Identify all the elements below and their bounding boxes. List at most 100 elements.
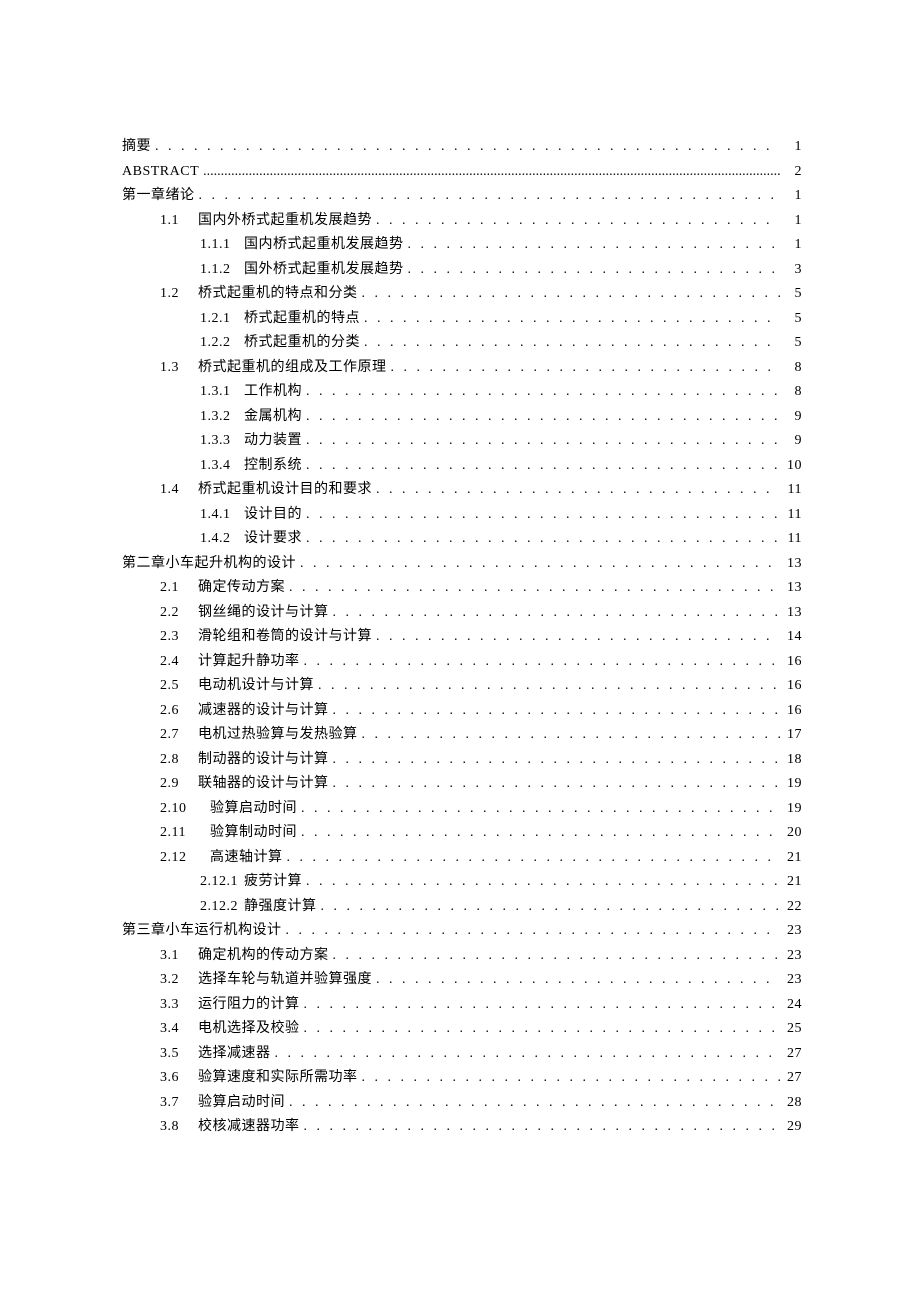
toc-leader-dots bbox=[203, 165, 780, 179]
toc-leader-dots bbox=[364, 336, 780, 350]
toc-leader-dots bbox=[333, 949, 781, 963]
toc-entry-title: 钢丝绳的设计与计算 bbox=[198, 606, 329, 620]
toc-leader-dots bbox=[306, 508, 780, 522]
toc-entry-page: 16 bbox=[784, 679, 802, 693]
toc-entry-title: 选择车轮与轨道并验算强度 bbox=[198, 973, 372, 987]
toc-entry-page: 14 bbox=[784, 630, 802, 644]
toc-entry-number: 1.2.2 bbox=[200, 336, 244, 350]
toc-entry-number: 3.2 bbox=[160, 973, 198, 987]
toc-entry-number: 2.3 bbox=[160, 630, 198, 644]
toc-entry: 3.1确定机构的传动方案23 bbox=[122, 949, 802, 963]
toc-entry: 3.2选择车轮与轨道并验算强度23 bbox=[122, 973, 802, 987]
toc-entry-page: 22 bbox=[784, 900, 802, 914]
toc-leader-dots bbox=[306, 459, 780, 473]
toc-entry: 3.5选择减速器 27 bbox=[122, 1047, 802, 1061]
toc-entry: 1.3.3动力装置9 bbox=[122, 434, 802, 448]
toc-entry-number: 2.12.2 bbox=[200, 900, 244, 914]
toc-entry-number: 2.11 bbox=[160, 826, 210, 840]
toc-entry-page: 11 bbox=[784, 532, 802, 546]
toc-entry: 2.1确定传动方案13 bbox=[122, 581, 802, 595]
toc-entry-page: 20 bbox=[784, 826, 802, 840]
toc-entry-number: 1.2.1 bbox=[200, 312, 244, 326]
toc-entry: 1.1.1国内桥式起重机发展趋势1 bbox=[122, 238, 802, 252]
toc-entry-page: 24 bbox=[784, 998, 802, 1012]
toc-entry-title: 运行阻力的计算 bbox=[198, 998, 300, 1012]
toc-entry-page: 19 bbox=[784, 777, 802, 791]
toc-leader-dots bbox=[306, 875, 780, 889]
toc-entry-number: 2.5 bbox=[160, 679, 198, 693]
toc-entry-page: 10 bbox=[784, 459, 802, 473]
toc-leader-dots bbox=[333, 777, 781, 791]
toc-leader-dots bbox=[306, 532, 780, 546]
toc-entry-title: 金属机构 bbox=[244, 410, 302, 424]
toc-entry: 2.12.2静强度计算22 bbox=[122, 900, 802, 914]
toc-entry: 3.8校核减速器功率29 bbox=[122, 1120, 802, 1134]
toc-entry-page: 21 bbox=[784, 875, 802, 889]
toc-entry-page: 17 bbox=[784, 728, 802, 742]
toc-entry: 摘要1 bbox=[122, 140, 802, 154]
toc-entry-page: 3 bbox=[784, 263, 802, 277]
toc-entry: 2.11验算制动时间20 bbox=[122, 826, 802, 840]
toc-entry-title: 国内外桥式起重机发展趋势 bbox=[198, 214, 372, 228]
toc-leader-dots bbox=[304, 1022, 781, 1036]
toc-entry: 2.4计算起升静功率16 bbox=[122, 655, 802, 669]
toc-entry-page: 8 bbox=[784, 361, 802, 375]
toc-entry-page: 9 bbox=[784, 410, 802, 424]
toc-entry-title: 确定传动方案 bbox=[198, 581, 285, 595]
toc-entry-title: 验算启动时间 bbox=[198, 1096, 285, 1110]
toc-leader-dots bbox=[321, 900, 781, 914]
toc-leader-dots bbox=[155, 140, 780, 154]
toc-leader-dots bbox=[300, 557, 780, 571]
toc-entry-title: 设计目的 bbox=[244, 508, 302, 522]
toc-entry-title: 桥式起重机设计目的和要求 bbox=[198, 483, 372, 497]
toc-entry-number: 3.5 bbox=[160, 1047, 198, 1061]
toc-entry-number: 2.7 bbox=[160, 728, 198, 742]
toc-entry-number: 1.4.2 bbox=[200, 532, 244, 546]
toc-leader-dots bbox=[304, 998, 781, 1012]
toc-entry-page: 1 bbox=[784, 189, 802, 203]
toc-entry-title: 第三章小车运行机构设计 bbox=[122, 924, 282, 938]
toc-entry: 2.7电机过热验算与发热验算17 bbox=[122, 728, 802, 742]
toc-entry-number: 1.3.3 bbox=[200, 434, 244, 448]
toc-entry-number: 2.9 bbox=[160, 777, 198, 791]
toc-leader-dots bbox=[287, 851, 781, 865]
toc-entry-title: 减速器的设计与计算 bbox=[198, 704, 329, 718]
toc-entry-page: 27 bbox=[784, 1047, 802, 1061]
toc-entry-page: 13 bbox=[784, 606, 802, 620]
toc-entry: 2.10验算启动时间19 bbox=[122, 802, 802, 816]
toc-leader-dots bbox=[301, 802, 780, 816]
toc-entry-number: 1.3.2 bbox=[200, 410, 244, 424]
toc-entry-title: 选择减速器 bbox=[198, 1047, 271, 1061]
toc-entry-number: 2.2 bbox=[160, 606, 198, 620]
toc-entry-number: 1.3.4 bbox=[200, 459, 244, 473]
toc-leader-dots bbox=[286, 924, 781, 938]
toc-entry-page: 18 bbox=[784, 753, 802, 767]
toc-leader-dots bbox=[333, 704, 781, 718]
toc-entry-number: 3.1 bbox=[160, 949, 198, 963]
toc-entry-title: 验算启动时间 bbox=[210, 802, 297, 816]
toc-entry-page: 13 bbox=[784, 557, 802, 571]
toc-entry-page: 16 bbox=[784, 655, 802, 669]
toc-entry-number: 3.6 bbox=[160, 1071, 198, 1085]
toc-entry-page: 1 bbox=[784, 140, 802, 154]
toc-entry: 1.2.1桥式起重机的特点5 bbox=[122, 312, 802, 326]
toc-leader-dots bbox=[333, 606, 781, 620]
toc-entry: 3.4电机选择及校验25 bbox=[122, 1022, 802, 1036]
toc-leader-dots bbox=[306, 434, 780, 448]
toc-entry-title: 桥式起重机的特点和分类 bbox=[198, 287, 358, 301]
toc-entry-number: 1.4.1 bbox=[200, 508, 244, 522]
toc-entry-title: 确定机构的传动方案 bbox=[198, 949, 329, 963]
toc-entry: 1.4桥式起重机设计目的和要求11 bbox=[122, 483, 802, 497]
toc-entry-number: 1.4 bbox=[160, 483, 198, 497]
toc-entry-page: 21 bbox=[784, 851, 802, 865]
toc-entry: 1.3.2金属机构 9 bbox=[122, 410, 802, 424]
toc-leader-dots bbox=[318, 679, 780, 693]
toc-entry-page: 9 bbox=[784, 434, 802, 448]
toc-entry-page: 5 bbox=[784, 312, 802, 326]
toc-entry-page: 29 bbox=[784, 1120, 802, 1134]
toc-entry-title: 电动机设计与计算 bbox=[198, 679, 314, 693]
toc-leader-dots bbox=[364, 312, 780, 326]
toc-entry: 第三章小车运行机构设计23 bbox=[122, 924, 802, 938]
toc-leader-dots bbox=[362, 287, 781, 301]
toc-leader-dots bbox=[408, 263, 781, 277]
